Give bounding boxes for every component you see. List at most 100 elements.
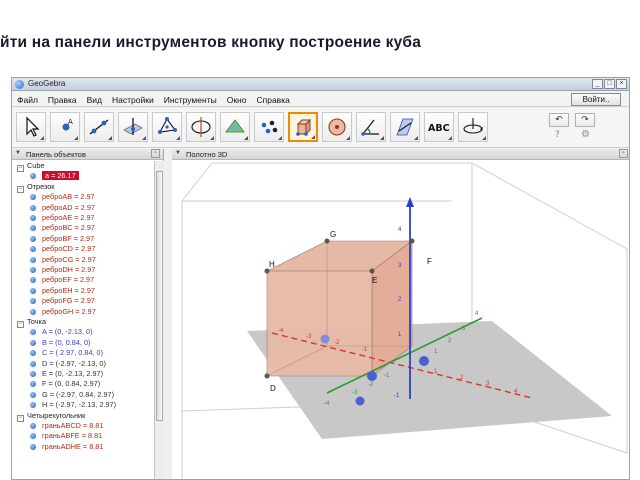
collapse-arrow-icon[interactable]: ▼ [175,150,181,156]
visibility-dot-icon[interactable] [30,381,36,388]
visibility-dot-icon[interactable] [30,360,36,367]
object-row[interactable]: реброDH = 2.97 [12,265,95,274]
menu-view[interactable]: Вид [87,95,102,105]
menu-settings[interactable]: Настройки [112,95,154,105]
menu-tools[interactable]: Инструменты [164,95,217,105]
object-row[interactable]: реброBF = 2.97 [12,234,94,243]
panel-close-icon[interactable]: ▫ [151,149,160,158]
close-button[interactable]: × [616,79,627,89]
text-tool-button[interactable]: ABC [424,112,454,142]
object-row[interactable]: реброAB = 2.97 [12,192,95,201]
scene-3d[interactable]: G F H E D 4 3 2 1 -1 4 3 2 1 -1 -2 -3 -4… [172,161,630,480]
graphics-3d-canvas[interactable]: G F H E D 4 3 2 1 -1 4 3 2 1 -1 -2 -3 -4… [172,161,630,480]
object-row[interactable]: реброGH = 2.97 [12,307,96,316]
menu-bar: Файл Правка Вид Настройки Инструменты Ок… [12,92,629,107]
minimize-button[interactable]: _ [592,79,603,89]
svg-text:ABC: ABC [428,123,450,134]
menu-window[interactable]: Окно [227,95,247,105]
move-tool-button[interactable] [16,112,46,142]
category-label: Четырехугольник [27,410,86,420]
circle-tool-button[interactable] [186,112,216,142]
object-label: граньADHE = 8.81 [42,441,104,451]
circle-axis-tool-button[interactable] [322,112,352,142]
help-icon[interactable]: ? [555,130,560,140]
menu-file[interactable]: Файл [17,95,38,105]
object-row[interactable]: граньABCD = 8.81 [12,421,103,430]
visibility-dot-icon[interactable] [30,287,36,294]
menu-help[interactable]: Справка [256,95,289,105]
point-tool-button[interactable]: A [50,112,80,142]
reflect-tool-button[interactable] [390,112,420,142]
cube-tool-button[interactable] [288,112,318,142]
line-tool-button[interactable] [84,112,114,142]
object-row[interactable]: реброAD = 2.97 [12,203,95,212]
category-row[interactable]: − Cube [12,161,44,172]
login-button[interactable]: Войти.. [571,93,621,106]
object-label: реброEH = 2.97 [42,285,95,295]
visibility-dot-icon[interactable] [30,277,36,284]
object-row[interactable]: реброEF = 2.97 [12,275,94,284]
object-row[interactable]: реброAE = 2.97 [12,213,95,222]
visibility-dot-icon[interactable] [30,350,36,357]
algebra-view: ▼ Панель объектов ▫ − Cube a = 26.17− Отрез… [12,149,164,479]
visibility-dot-icon[interactable] [30,402,36,409]
visibility-dot-icon[interactable] [30,225,36,232]
visibility-dot-icon[interactable] [30,298,36,305]
polygon-tool-button[interactable] [152,112,182,142]
visibility-dot-icon[interactable] [30,339,36,346]
visibility-dot-icon[interactable] [30,256,36,263]
perpendicular-tool-button[interactable] [118,112,148,142]
svg-text:A: A [68,118,73,126]
object-label: реброEF = 2.97 [42,275,95,285]
object-row[interactable]: H = (-2.97, -2.13, 2.97) [12,400,116,409]
object-row[interactable]: F = (0, 0.84, 2.97) [12,379,100,388]
intersect-tool-button[interactable] [220,112,250,142]
algebra-view-header: ▼ Панель объектов ▫ [12,149,163,160]
visibility-dot-icon[interactable] [30,423,36,429]
algebra-scrollbar[interactable] [154,161,164,479]
object-row[interactable]: a = 26.17 [12,171,79,181]
visibility-dot-icon[interactable] [30,391,36,398]
visibility-dot-icon[interactable] [30,329,36,336]
undo-button[interactable]: ↶ [549,113,569,127]
category-row[interactable]: − Точка [12,317,46,328]
object-row[interactable]: реброEH = 2.97 [12,286,95,295]
graphics-3d-header: ▼ Полотно 3D ▫ [172,149,629,160]
object-row[interactable]: реброFG = 2.97 [12,296,95,305]
visibility-dot-icon[interactable] [30,194,36,201]
visibility-dot-icon[interactable] [30,308,36,315]
object-row[interactable]: реброCD = 2.97 [12,244,95,253]
object-label: граньABCD = 8.81 [42,421,104,430]
visibility-dot-icon[interactable] [30,433,36,440]
visibility-dot-icon[interactable] [30,371,36,377]
object-row[interactable]: C = ( 2.97, 0.84, 0) [12,348,103,357]
object-row[interactable]: D = (-2.97, -2.13, 0) [12,359,106,368]
object-row[interactable]: G = (-2.97, 0.84, 2.97) [12,390,114,399]
visibility-dot-icon[interactable] [30,443,36,450]
sphere-tool-button[interactable] [254,112,284,142]
object-row[interactable]: реброCG = 2.97 [12,255,96,264]
collapse-arrow-icon[interactable]: ▼ [15,150,21,156]
angle-tool-button[interactable] [356,112,386,142]
visibility-dot-icon[interactable] [30,246,36,253]
panel-close-icon[interactable]: ▫ [619,149,628,158]
visibility-dot-icon[interactable] [30,235,36,242]
maximize-button[interactable]: □ [604,79,615,89]
object-row[interactable]: A = (0, -2.13, 0) [12,327,93,336]
object-row[interactable]: E = (0, -2.13, 2.97) [12,369,103,378]
visibility-dot-icon[interactable] [30,215,36,221]
category-row[interactable]: − Четырехугольник [12,410,86,422]
visibility-dot-icon[interactable] [30,173,36,180]
object-row[interactable]: B = (0, 0.84, 0) [12,338,90,347]
redo-button[interactable]: ↷ [575,113,595,127]
visibility-dot-icon[interactable] [30,267,36,273]
menu-edit[interactable]: Правка [48,95,77,105]
rotate-view-tool-button[interactable] [458,112,488,142]
visibility-dot-icon[interactable] [30,204,36,211]
object-row[interactable]: реброBC = 2.97 [12,223,95,232]
object-row[interactable]: граньABFE = 8.81 [12,431,102,440]
object-label: B = (0, 0.84, 0) [42,337,91,347]
object-row[interactable]: граньADHE = 8.81 [12,442,103,451]
category-row[interactable]: − Отрезок [12,182,55,193]
settings-gear-icon[interactable]: ⚙ [581,129,590,140]
